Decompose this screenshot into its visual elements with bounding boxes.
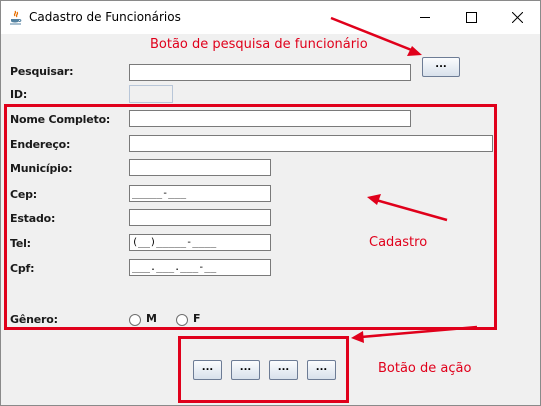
arrow-to-search-button [330,16,422,56]
arrow-to-actions [351,325,478,343]
arrow-to-form [367,194,448,222]
main-window: Cadastro de Funcionários Botão de pesqui… [0,0,541,406]
annotation-arrows [330,16,478,343]
